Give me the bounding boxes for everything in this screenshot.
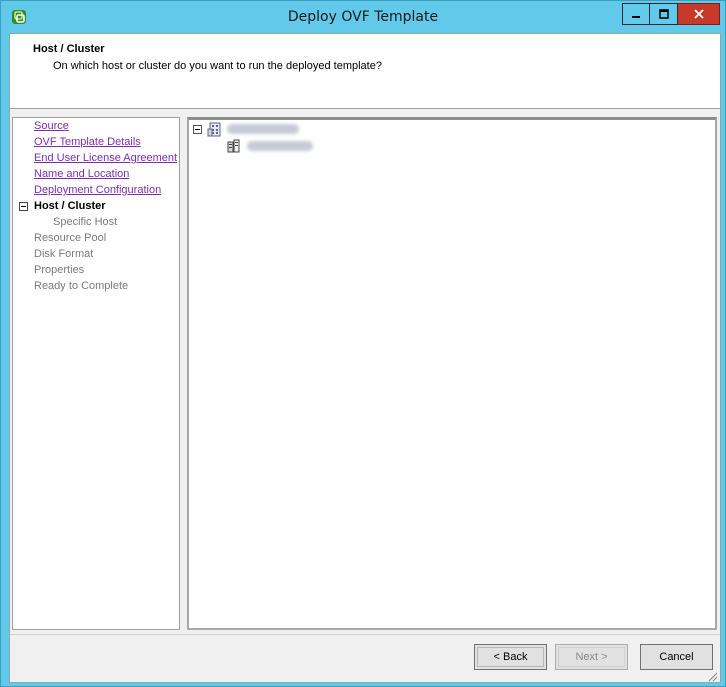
minimize-button[interactable] [622,3,650,25]
close-icon [693,9,704,19]
cluster-icon [227,139,240,153]
collapse-step-icon[interactable] [19,202,28,211]
title-bar[interactable]: Deploy OVF Template [1,1,725,33]
maximize-icon [658,9,669,19]
cluster-name-redacted[interactable] [247,141,313,151]
step-specific-host: Specific Host [53,216,118,228]
step-ready-to-complete: Ready to Complete [34,280,129,292]
page-subtitle: On which host or cluster do you want to … [53,60,382,72]
wizard-header: Host / Cluster On which host or cluster … [10,34,720,109]
wizard-body: Host / Cluster On which host or cluster … [9,33,721,683]
step-properties: Properties [34,264,85,276]
step-deployment-configuration[interactable]: Deployment Configuration [34,183,161,197]
cancel-button-label: Cancel [643,647,710,667]
resize-grip-icon[interactable] [706,670,718,682]
step-resource-pool: Resource Pool [34,232,107,244]
back-button-label: < Back [477,647,544,667]
step-ovf-template-details[interactable]: OVF Template Details [34,135,141,149]
next-button-label: Next > [558,647,625,667]
step-source[interactable]: Source [34,119,69,133]
deploy-ovf-window: Deploy OVF Template Host / Cluster On wh… [0,0,726,687]
datacenter-icon [207,122,221,137]
step-eula[interactable]: End User License Agreement [34,151,177,165]
collapse-datacenter-icon[interactable] [193,125,202,134]
close-button[interactable] [678,3,720,25]
page-title: Host / Cluster [33,43,105,55]
window-title: Deploy OVF Template [287,9,439,25]
step-disk-format: Disk Format [34,248,94,260]
back-button[interactable]: < Back [474,644,547,670]
wizard-steps-pane: Source OVF Template Details End User Lic… [12,117,180,630]
step-host-cluster: Host / Cluster [34,200,106,212]
maximize-button[interactable] [650,3,678,25]
minimize-icon [632,16,640,18]
inventory-tree[interactable] [187,117,717,630]
datacenter-name-redacted[interactable] [227,124,299,134]
next-button[interactable]: Next > [555,644,628,670]
cancel-button[interactable]: Cancel [640,644,713,670]
step-name-and-location[interactable]: Name and Location [34,167,129,181]
footer-divider [10,634,720,635]
